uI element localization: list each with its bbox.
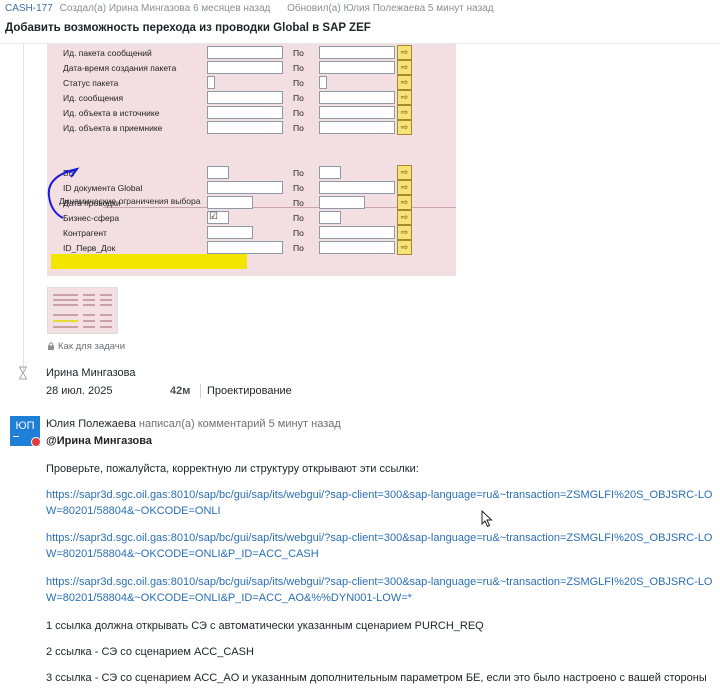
status-badge <box>31 437 41 447</box>
comment-author[interactable]: Юлия Полежаева <box>46 418 136 430</box>
attachment-caption: Как для задачи <box>58 341 125 352</box>
comment-meta: написал(а) комментарий 5 минут назад <box>138 418 341 430</box>
issue-title: Добавить возможность перехода из проводк… <box>5 22 371 34</box>
worklog-date: 28 июл. 2025 <box>46 385 113 397</box>
mouse-cursor-icon <box>481 510 493 528</box>
comment-header: Юлия Полежаева написал(а) комментарий 5 … <box>46 418 341 430</box>
updated-info: Обновил(а) Юлия Полежаева 5 минут назад <box>287 3 494 14</box>
hourglass-icon <box>19 366 27 380</box>
comment-link-3[interactable]: https://sapr3d.sgc.oil.gas:8010/sap/bc/g… <box>46 574 716 606</box>
avatar-initials: ЮП <box>15 420 35 432</box>
comment-intro: Проверьте, пожалуйста, корректную ли стр… <box>46 463 419 475</box>
comment-note-2: 2 ссылка - СЭ со сценарием ACC_CASH <box>46 646 254 658</box>
timeline-line <box>23 44 24 374</box>
lock-icon <box>48 342 54 350</box>
attachment-visibility: Как для задачи <box>47 341 125 352</box>
comment-note-3: 3 ссылка - СЭ со сценарием ACC_AO и указ… <box>46 672 707 684</box>
worklog-duration: 42м <box>170 385 191 397</box>
blue-annotation-stroke <box>47 167 80 219</box>
issue-header: CASH-177 Создал(а) Ирина Мингазова 6 мес… <box>0 0 720 44</box>
worklog-divider <box>200 384 201 398</box>
comment-mention[interactable]: @Ирина Мингазова <box>46 435 152 447</box>
issue-key-link[interactable]: CASH-177 <box>5 3 53 14</box>
sap-screenshot-image[interactable]: Ид. пакета сообщений По ⇨ Дата-время создан… <box>47 44 456 276</box>
comment-link-2[interactable]: https://sapr3d.sgc.oil.gas:8010/sap/bc/g… <box>46 530 716 562</box>
worklog-author[interactable]: Ирина Мингазова <box>46 367 135 379</box>
attachment-thumbnail[interactable] <box>47 287 118 334</box>
comment-note-1: 1 ссылка должна открывать СЭ с автоматич… <box>46 620 484 632</box>
issue-meta: CASH-177 Создал(а) Ирина Мингазова 6 мес… <box>5 3 494 14</box>
created-info: Создал(а) Ирина Мингазова 6 месяцев наза… <box>59 3 271 14</box>
worklog-category: Проектирование <box>207 385 292 397</box>
comment-link-1[interactable]: https://sapr3d.sgc.oil.gas:8010/sap/bc/g… <box>46 487 716 519</box>
